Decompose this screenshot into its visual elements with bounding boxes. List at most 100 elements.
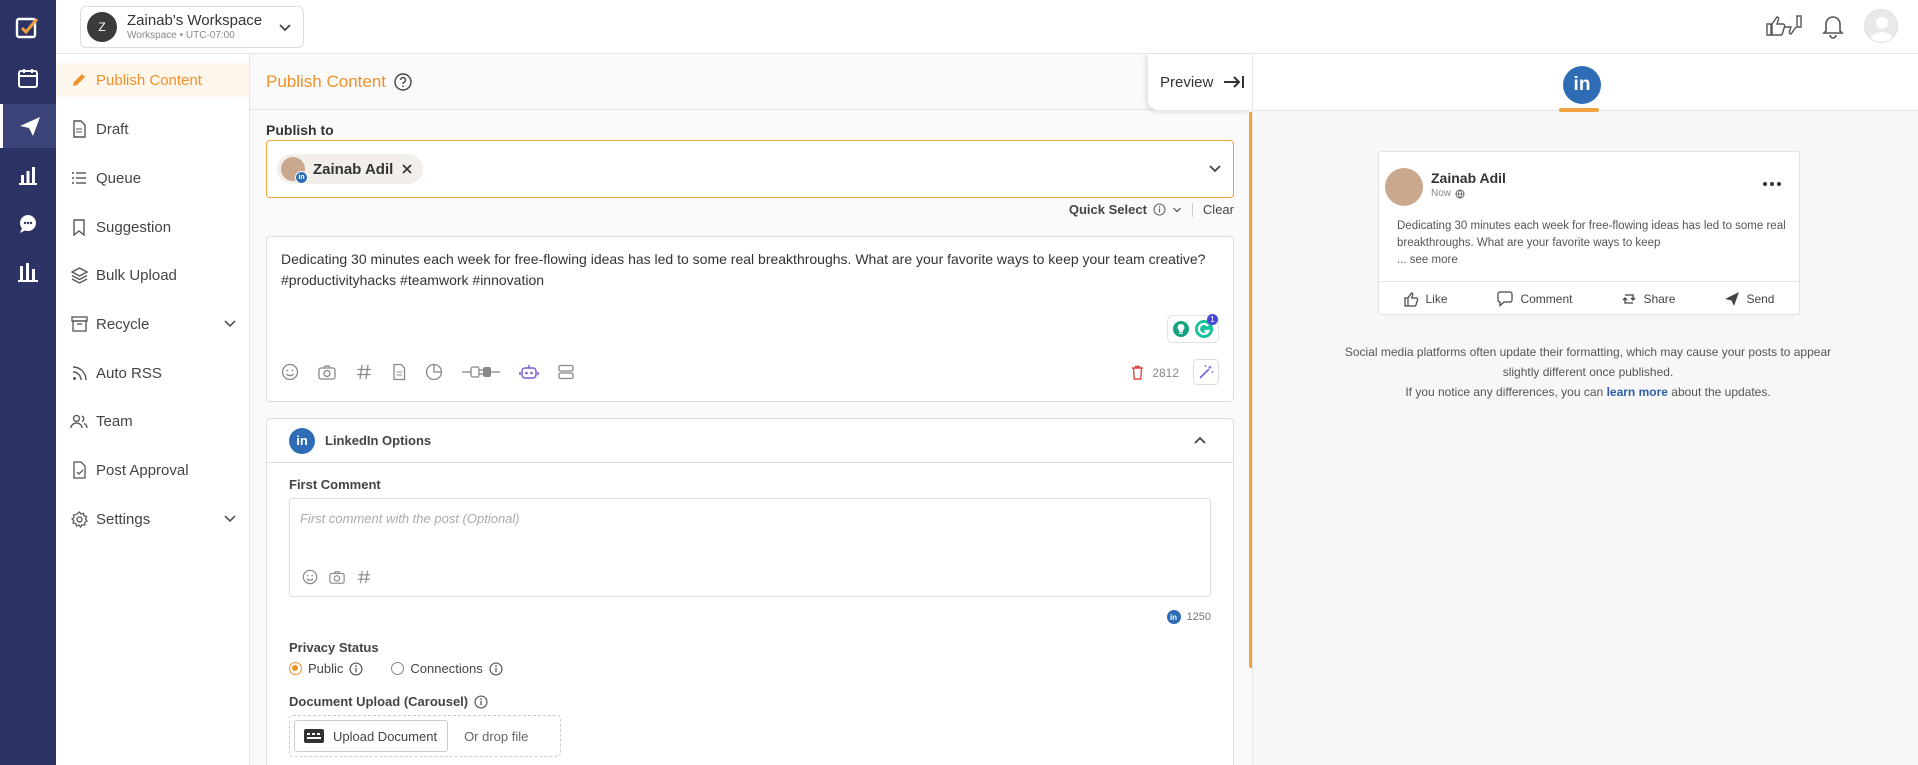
learn-more-link[interactable]: learn more [1607,385,1668,399]
linkedin-icon: in [289,427,315,454]
menu-item-publish-content[interactable]: Publish Content [56,63,249,97]
document-icon[interactable] [391,363,407,381]
menu-item-bulk-upload[interactable]: Bulk Upload [56,258,249,292]
menu-item-team[interactable]: Team [56,404,249,438]
ai-magic-button[interactable] [1193,359,1219,385]
template-icon[interactable] [557,363,575,381]
chevron-up-icon[interactable] [1193,435,1207,445]
chat-icon[interactable] [0,202,56,246]
layers-icon [70,266,88,284]
analytics-icon[interactable] [0,153,56,197]
trash-icon[interactable] [1131,365,1144,380]
emoji-icon[interactable] [302,569,318,585]
assistant-badges[interactable]: 1 [1167,314,1219,343]
share-action[interactable]: Share [1621,291,1675,307]
info-icon[interactable] [474,694,488,709]
account-chip: in Zainab Adil [277,154,424,184]
share-label: Share [1643,291,1676,306]
bell-icon[interactable] [1822,13,1844,39]
linkedin-options-header[interactable]: in LinkedIn Options [267,419,1233,463]
privacy-status-label: Privacy Status [289,640,379,655]
gear-icon [70,510,88,528]
info-icon[interactable] [349,661,363,676]
comment-action[interactable]: Comment [1496,290,1572,307]
grammarly-icon[interactable]: 1 [1194,314,1218,339]
notice-line-1: Social media platforms often update thei… [1344,345,1832,379]
hashtag-icon[interactable] [355,363,373,381]
account-avatar: in [281,157,308,184]
camera-icon[interactable] [328,569,346,585]
menu-item-label: Bulk Upload [96,266,177,284]
first-comment-field[interactable]: First comment with the post (Optional) [289,498,1211,597]
emoji-icon[interactable] [281,363,299,381]
send-label: Send [1746,291,1775,306]
preview-actions: Like Comment Share Send [1379,281,1799,315]
editor-toolbar [281,363,575,381]
send-action[interactable]: Send [1724,291,1774,307]
privacy-public-label[interactable]: Public [308,661,343,676]
first-comment-placeholder: First comment with the post (Optional) [300,511,520,526]
hashtag-icon[interactable] [356,569,372,585]
privacy-connections-label[interactable]: Connections [410,661,482,676]
lightbulb-icon[interactable] [1172,320,1190,338]
grammarly-count-badge: 1 [1207,314,1218,325]
document-icon [70,120,88,138]
document-upload-label-text: Document Upload (Carousel) [289,694,469,709]
pie-chart-icon[interactable] [425,363,443,381]
info-icon[interactable] [1153,203,1166,216]
privacy-public-radio[interactable] [289,662,302,675]
more-options-icon[interactable] [1763,182,1781,186]
close-icon[interactable] [401,163,413,175]
globe-icon [1455,189,1465,199]
linkedin-post-preview: Zainab Adil Now Dedicating 30 minutes ea… [1378,151,1800,315]
privacy-connections-radio[interactable] [391,662,405,675]
menu-item-draft[interactable]: Draft [56,112,249,146]
menu-item-auto-rss[interactable]: Auto RSS [56,356,249,390]
pencil-icon [70,72,88,88]
link-shortener-icon[interactable] [461,363,501,381]
chevron-down-icon[interactable] [1172,206,1182,214]
formatting-notice: Social media platforms often update thei… [1338,342,1838,402]
see-more-link[interactable]: ... see more [1397,254,1458,266]
preview-button[interactable]: Preview [1148,54,1252,110]
publish-send-icon[interactable] [0,104,56,148]
beta-analytics-icon[interactable] [0,250,56,294]
clear-button[interactable]: Clear [1203,202,1234,217]
account-selector[interactable]: in Zainab Adil [266,140,1234,198]
chevron-down-icon[interactable] [1207,162,1223,176]
publish-to-label: Publish to [266,122,334,138]
app-rail [0,0,56,765]
upload-document-button[interactable]: Upload Document [294,720,449,752]
robot-ai-icon[interactable] [519,363,539,381]
info-icon[interactable] [489,661,503,676]
linkedin-badge-icon: in [295,171,308,184]
help-icon[interactable] [394,73,412,91]
like-action[interactable]: Like [1403,291,1448,307]
like-label: Like [1425,291,1448,306]
post-text[interactable]: Dedicating 30 minutes each week for free… [281,249,1221,291]
calendar-icon[interactable] [0,56,56,100]
post-editor[interactable]: Dedicating 30 minutes each week for free… [266,236,1234,402]
camera-icon[interactable] [317,363,337,381]
drop-file-text: Or drop file [464,728,529,744]
divider [1191,202,1193,217]
preview-post-text: Dedicating 30 minutes each week for free… [1397,218,1787,269]
quick-select-label[interactable]: Quick Select [1069,202,1147,217]
menu-item-settings[interactable]: Settings [56,502,249,536]
workspace-subtitle: Workspace • UTC-07:00 [127,29,235,41]
document-drop-zone[interactable]: Upload Document Or drop file [289,715,561,757]
menu-item-label: Auto RSS [96,364,162,382]
workspace-selector[interactable]: Z Zainab's Workspace Workspace • UTC-07:… [80,6,304,48]
user-avatar[interactable] [1864,9,1898,43]
menu-item-queue[interactable]: Queue [56,161,249,195]
menu-item-post-approval[interactable]: Post Approval [56,453,249,487]
carousel-document-icon [304,729,324,743]
feedback-thumbs-icon[interactable] [1764,13,1804,39]
character-count-value: 2812 [1152,365,1179,380]
notice-line-2-end: about the updates. [1671,385,1771,399]
linkedin-tab-icon[interactable]: in [1563,66,1601,104]
menu-item-suggestion[interactable]: Suggestion [56,210,249,244]
app-logo-icon[interactable] [0,6,56,50]
list-icon [70,171,88,185]
menu-item-recycle[interactable]: Recycle [56,307,249,341]
